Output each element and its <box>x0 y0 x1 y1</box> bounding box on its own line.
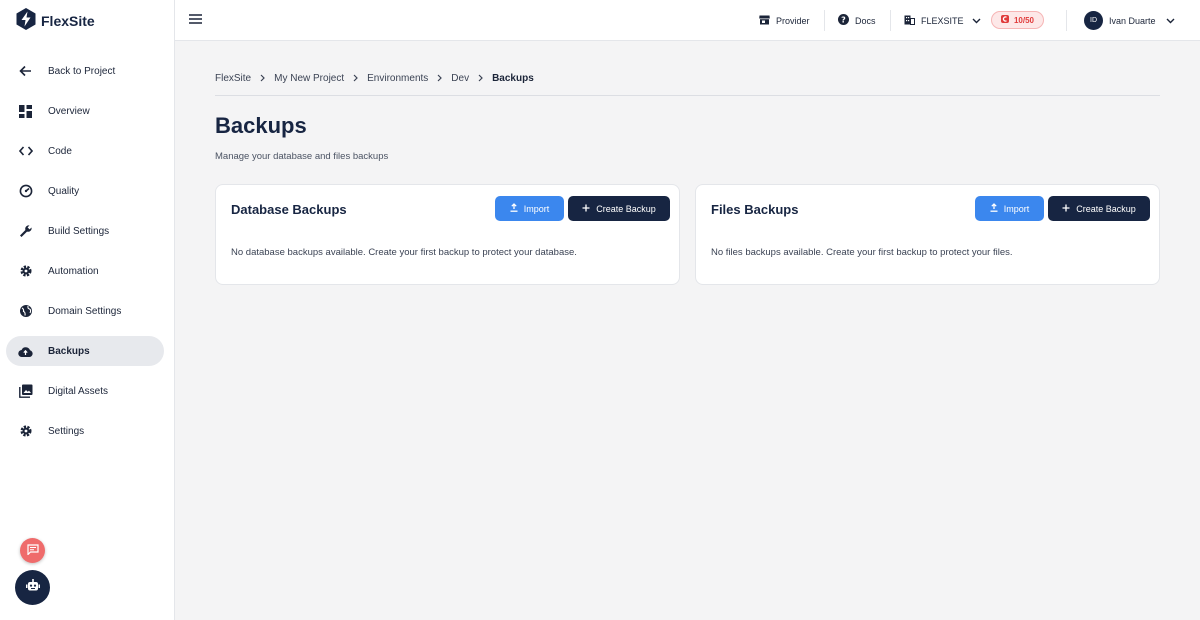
breadcrumb-item-flexsite[interactable]: FlexSite <box>215 73 251 84</box>
organization-selector[interactable]: FLEXSITE <box>904 0 981 41</box>
cloud-upload-icon <box>18 344 33 359</box>
hamburger-icon <box>188 11 202 29</box>
storefront-icon <box>759 15 770 27</box>
credits-icon <box>1000 15 1009 25</box>
upload-icon <box>990 203 998 214</box>
sidebar: FlexSite Back to Project Overview Code Q… <box>0 0 175 620</box>
docs-label: Docs <box>855 15 876 26</box>
database-create-backup-button[interactable]: Create Backup <box>568 196 670 221</box>
sidebar-item-automation[interactable]: Automation <box>6 256 164 286</box>
sidebar-item-domain-settings[interactable]: Domain Settings <box>6 296 164 326</box>
sidebar-item-overview[interactable]: Overview <box>6 96 164 126</box>
sidebar-item-label: Digital Assets <box>48 385 109 397</box>
sidebar-item-label: Automation <box>48 265 99 277</box>
topbar-divider <box>824 10 825 31</box>
credits-count: 10/50 <box>1013 15 1035 25</box>
files-create-backup-label: Create Backup <box>1076 203 1136 214</box>
sidebar-nav: Back to Project Overview Code Quality Bu… <box>6 56 164 456</box>
robot-icon <box>25 578 40 597</box>
sidebar-item-quality[interactable]: Quality <box>6 176 164 206</box>
breadcrumb-item-project[interactable]: My New Project <box>274 73 344 84</box>
sidebar-item-back-to-project[interactable]: Back to Project <box>6 56 164 86</box>
topbar-divider <box>1066 10 1067 31</box>
sidebar-item-settings[interactable]: Settings <box>6 416 164 446</box>
image-library-icon <box>18 384 33 399</box>
database-create-backup-label: Create Backup <box>596 203 656 214</box>
sidebar-item-label: Code <box>48 145 72 157</box>
hamburger-menu-button[interactable] <box>188 13 202 27</box>
sidebar-item-label: Build Settings <box>48 225 110 237</box>
organization-name: FLEXSITE <box>921 15 964 26</box>
database-import-button[interactable]: Import <box>495 196 564 221</box>
breadcrumb-divider <box>215 95 1160 96</box>
files-import-label: Import <box>1003 203 1030 214</box>
assistant-bot-button[interactable] <box>15 570 50 605</box>
sidebar-item-code[interactable]: Code <box>6 136 164 166</box>
topbar-divider <box>890 10 891 31</box>
sidebar-item-label: Backups <box>48 345 90 357</box>
globe-icon <box>18 304 33 319</box>
sidebar-item-digital-assets[interactable]: Digital Assets <box>6 376 164 406</box>
upload-icon <box>510 203 518 214</box>
gear-icon <box>18 264 33 279</box>
files-backups-card: Files Backups Import Create Backup No fi… <box>695 184 1160 285</box>
breadcrumb-item-current: Backups <box>492 72 534 84</box>
chevron-right-icon <box>353 74 358 82</box>
page-subtitle: Manage your database and files backups <box>215 151 389 162</box>
gear-icon <box>18 424 33 439</box>
files-create-backup-button[interactable]: Create Backup <box>1048 196 1150 221</box>
feedback-chat-button[interactable] <box>20 538 45 563</box>
avatar: ID <box>1084 11 1103 30</box>
gauge-icon <box>18 184 33 199</box>
help-circle-icon: ? <box>838 14 849 27</box>
breadcrumb: FlexSite My New Project Environments Dev… <box>215 70 534 86</box>
files-import-button[interactable]: Import <box>975 196 1044 221</box>
files-empty-message: No files backups available. Create your … <box>711 247 1013 258</box>
provider-label: Provider <box>776 15 810 26</box>
flexsite-logo-icon <box>16 7 36 35</box>
breadcrumb-item-environments[interactable]: Environments <box>367 73 428 84</box>
credits-badge[interactable]: 10/50 <box>991 11 1044 29</box>
page-title: Backups <box>215 113 307 138</box>
code-icon <box>18 144 33 159</box>
database-import-label: Import <box>523 203 550 214</box>
chat-bubble-icon <box>26 542 39 560</box>
wrench-icon <box>18 224 33 239</box>
chevron-right-icon <box>260 74 265 82</box>
plus-icon <box>582 204 590 214</box>
dashboard-icon <box>18 104 33 119</box>
docs-link[interactable]: ? Docs <box>838 0 876 41</box>
sidebar-item-label: Domain Settings <box>48 305 122 317</box>
top-bar: Provider ? Docs FLEXSITE 10/50 ID Ivan D… <box>175 0 1200 41</box>
provider-link[interactable]: Provider <box>759 0 810 41</box>
arrow-left-icon <box>18 64 33 79</box>
svg-text:?: ? <box>841 15 846 24</box>
chevron-down-icon <box>1166 16 1175 26</box>
database-empty-message: No database backups available. Create yo… <box>231 247 577 258</box>
chevron-down-icon <box>972 16 981 26</box>
files-backups-title: Files Backups <box>711 202 799 217</box>
chevron-right-icon <box>478 74 483 82</box>
sidebar-item-build-settings[interactable]: Build Settings <box>6 216 164 246</box>
building-icon <box>904 15 915 27</box>
user-name: Ivan Duarte <box>1109 15 1156 26</box>
sidebar-item-label: Back to Project <box>48 65 116 77</box>
brand[interactable]: FlexSite <box>16 7 95 35</box>
database-backups-card: Database Backups Import Create Backup No… <box>215 184 680 285</box>
sidebar-item-backups[interactable]: Backups <box>6 336 164 366</box>
chevron-right-icon <box>437 74 443 82</box>
plus-icon <box>1062 204 1070 214</box>
brand-name: FlexSite <box>41 13 95 29</box>
breadcrumb-item-dev[interactable]: Dev <box>451 73 469 84</box>
user-menu[interactable]: ID Ivan Duarte <box>1084 0 1175 41</box>
sidebar-item-label: Quality <box>48 185 80 197</box>
database-backups-title: Database Backups <box>231 202 347 217</box>
sidebar-item-label: Overview <box>48 105 90 117</box>
sidebar-item-label: Settings <box>48 425 85 437</box>
